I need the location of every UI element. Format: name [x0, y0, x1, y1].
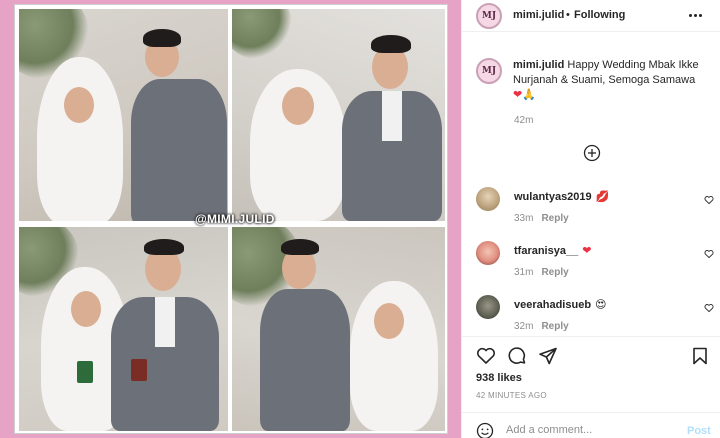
reply-button[interactable]: Reply: [541, 321, 568, 332]
bride-veil: [37, 57, 123, 221]
post-timestamp[interactable]: 42 MINUTES AGO: [476, 391, 547, 400]
commenter-username[interactable]: tfaranisya__: [514, 245, 578, 257]
comment-time[interactable]: 31m: [514, 267, 533, 278]
commenter-avatar[interactable]: [476, 187, 500, 211]
comment-emoji: 😍: [595, 299, 607, 311]
comment-meta: 32m Reply: [514, 321, 569, 332]
photo-tile-ring-exchange: [19, 9, 228, 221]
comment-body: veerahadisueb 😍: [514, 298, 607, 311]
comment-emoji: ❤: [582, 245, 592, 257]
author-username[interactable]: mimi.julid: [513, 9, 564, 21]
send-icon[interactable]: [538, 346, 558, 366]
caption-username[interactable]: mimi.julid: [513, 59, 564, 71]
pray-emoji: 🙏: [522, 89, 536, 101]
groom-suit: [131, 79, 227, 221]
comment-emoji: 💋: [595, 191, 610, 203]
header-separator: •: [566, 9, 570, 21]
groom-hair: [143, 29, 181, 47]
comment-meta: 33m Reply: [514, 213, 569, 224]
post-photo[interactable]: @MIMI.JULID: [14, 4, 448, 434]
caption-avatar[interactable]: MJ: [476, 58, 502, 84]
comment-heart-icon[interactable]: [704, 195, 714, 205]
groom-hair: [371, 35, 411, 53]
bride-face: [374, 303, 404, 339]
comment-body: wulantyas2019 💋: [514, 190, 609, 203]
green-marriage-book: [77, 361, 93, 383]
actions-divider: [462, 336, 720, 337]
reply-button[interactable]: Reply: [541, 267, 568, 278]
groom-hair: [144, 239, 184, 255]
red-marriage-book: [131, 359, 147, 381]
photo-tile-couple-standing: [232, 227, 445, 431]
comment-box-divider: [462, 412, 720, 413]
comment-body: tfaranisya__ ❤: [514, 244, 591, 257]
post-comment-button[interactable]: Post: [687, 425, 711, 437]
decor-flowers: [232, 9, 292, 59]
author-avatar[interactable]: MJ: [476, 3, 502, 29]
photo-watermark: @MIMI.JULID: [195, 212, 275, 226]
likes-count[interactable]: 938 likes: [476, 372, 522, 384]
groom-shirt: [155, 297, 175, 347]
reply-button[interactable]: Reply: [541, 213, 568, 224]
bride-face: [64, 87, 94, 123]
more-horizontal-icon[interactable]: [689, 9, 705, 21]
comment-item: veerahadisueb 😍 32m Reply: [476, 295, 714, 339]
groom-shirt: [382, 91, 402, 141]
following-button[interactable]: Following: [574, 9, 625, 21]
comment-icon[interactable]: [507, 346, 527, 366]
commenter-username[interactable]: veerahadisueb: [514, 299, 591, 311]
comment-time[interactable]: 33m: [514, 213, 533, 224]
caption-text-block: mimi.julid Happy Wedding Mbak Ikke Nurja…: [513, 58, 713, 103]
bookmark-icon[interactable]: [690, 346, 710, 366]
add-comment-input[interactable]: [506, 424, 671, 436]
smiley-icon[interactable]: [476, 422, 494, 438]
post-header: MJ mimi.julid • Following: [462, 0, 720, 32]
groom-suit: [260, 289, 350, 431]
comment-heart-icon[interactable]: [704, 249, 714, 259]
bride-face: [282, 87, 314, 125]
post-photo-frame: @MIMI.JULID: [0, 0, 461, 438]
plus-circle-icon[interactable]: [583, 144, 601, 162]
groom-hair: [281, 239, 319, 255]
heart-icon[interactable]: [476, 346, 496, 366]
photo-tile-showing-rings: [232, 9, 445, 221]
commenter-avatar[interactable]: [476, 295, 500, 319]
commenter-avatar[interactable]: [476, 241, 500, 265]
bride-face: [71, 291, 101, 327]
comment-heart-icon[interactable]: [704, 303, 714, 313]
photo-tile-marriage-books: [19, 227, 228, 431]
caption-timestamp[interactable]: 42m: [514, 115, 533, 126]
comment-item: tfaranisya__ ❤ 31m Reply: [476, 241, 714, 285]
post-actions-bar: [476, 346, 707, 366]
post-side-panel: MJ mimi.julid • Following MJ mimi.julid …: [461, 0, 720, 438]
commenter-username[interactable]: wulantyas2019: [514, 191, 592, 203]
comment-item: wulantyas2019 💋 33m Reply: [476, 187, 714, 231]
comment-meta: 31m Reply: [514, 267, 569, 278]
comment-time[interactable]: 32m: [514, 321, 533, 332]
heart-emoji: ❤: [513, 89, 523, 101]
